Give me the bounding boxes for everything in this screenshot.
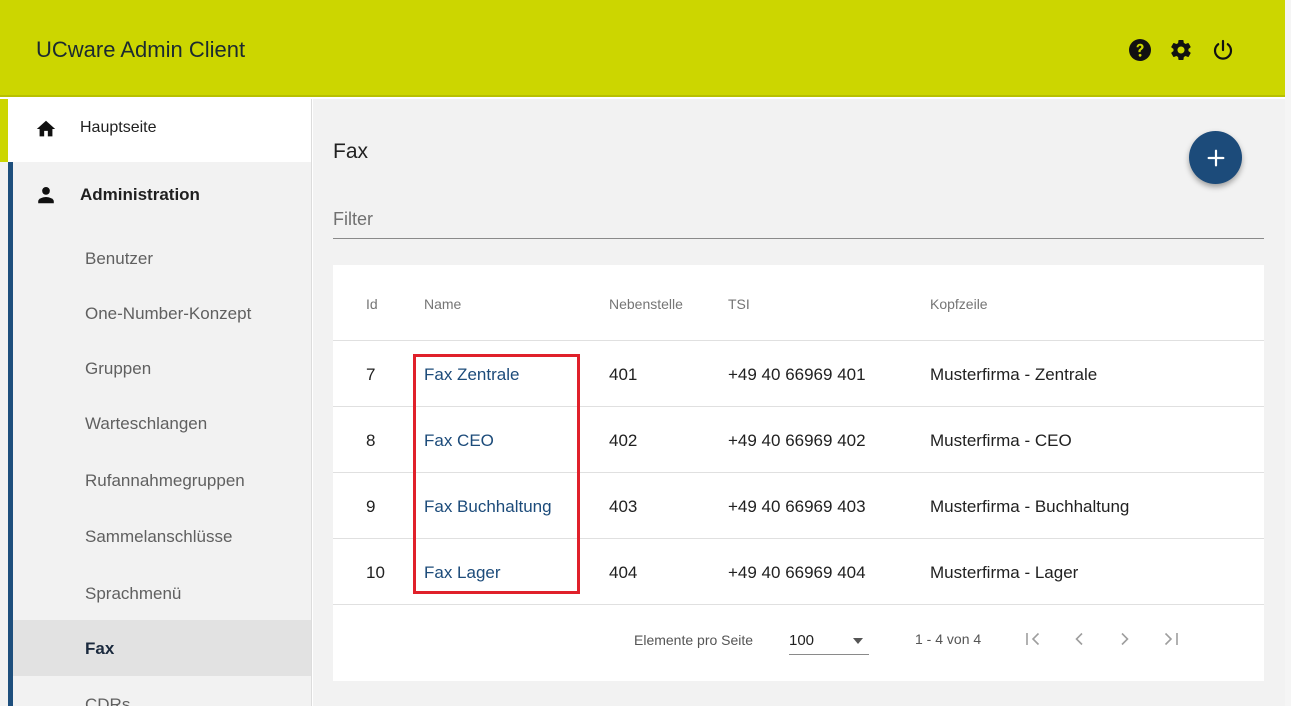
cell-name-link[interactable]: Fax CEO	[424, 431, 494, 451]
sidebar-item-home[interactable]: Hauptseite	[0, 99, 311, 162]
sidebar-item-gruppen[interactable]: Gruppen	[85, 359, 151, 379]
cell-id: 7	[366, 365, 376, 384]
column-header-name[interactable]: Name	[424, 296, 461, 312]
cell-id: 9	[366, 497, 376, 516]
items-per-page-label: Elemente pro Seite	[634, 632, 754, 648]
first-page-icon	[1026, 632, 1040, 646]
table-row[interactable]: 8 Fax CEO 402 +49 40 66969 402 Musterfir…	[333, 407, 1264, 473]
sidebar: Hauptseite Administration Benutzer One-N…	[0, 99, 312, 706]
add-fax-button[interactable]	[1189, 131, 1242, 184]
app-title: UCware Admin Client	[36, 37, 246, 62]
sidebar-item-fax[interactable]: Fax	[85, 639, 114, 659]
sidebar-item-sprachmenue[interactable]: Sprachmenü	[85, 584, 181, 604]
column-header-nebenstelle[interactable]: Nebenstelle	[609, 296, 683, 312]
cell-id: 10	[366, 563, 385, 582]
cell-tsi: +49 40 66969 403	[728, 497, 866, 516]
next-page-button[interactable]	[1113, 627, 1137, 651]
sidebar-item-warteschlangen[interactable]: Warteschlangen	[85, 414, 207, 434]
gear-icon[interactable]	[1169, 38, 1193, 62]
first-page-button[interactable]	[1021, 627, 1045, 651]
cell-kopfzeile: Musterfirma - Zentrale	[930, 365, 1098, 384]
sidebar-selected-highlight	[13, 620, 311, 676]
table-header: Id Name Nebenstelle TSI Kopfzeile	[333, 265, 1264, 341]
cell-nebenstelle: 404	[609, 563, 638, 582]
cell-nebenstelle: 401	[609, 365, 638, 384]
page-title: Fax	[333, 140, 369, 163]
window-edge	[1285, 0, 1291, 706]
sidebar-item-label: Administration	[80, 185, 200, 204]
cell-kopfzeile: Musterfirma - Buchhaltung	[930, 497, 1130, 516]
sidebar-item-label: Hauptseite	[80, 119, 157, 136]
chevron-left-icon	[1075, 632, 1083, 646]
table-row[interactable]: 10 Fax Lager 404 +49 40 66969 404 Muster…	[333, 539, 1264, 605]
page-size-select[interactable]: 100	[789, 629, 869, 655]
column-header-kopfzeile[interactable]: Kopfzeile	[930, 296, 988, 312]
column-header-id[interactable]: Id	[366, 296, 378, 312]
page-range-label: 1 - 4 von 4	[915, 631, 982, 647]
sidebar-item-administration[interactable]: Administration	[0, 162, 311, 224]
paginator: Elemente pro Seite 100 1 - 4 von 4	[333, 605, 1264, 681]
sidebar-item-one-number-konzept[interactable]: One-Number-Konzept	[85, 304, 251, 324]
column-header-tsi[interactable]: TSI	[728, 296, 750, 312]
sidebar-item-cdrs[interactable]: CDRs	[85, 695, 130, 706]
last-page-button[interactable]	[1159, 627, 1183, 651]
sidebar-item-sammelanschluesse[interactable]: Sammelanschlüsse	[85, 527, 232, 547]
cell-nebenstelle: 402	[609, 431, 638, 450]
chevron-right-icon	[1121, 632, 1129, 646]
dropdown-arrow-icon	[853, 638, 863, 644]
cell-tsi: +49 40 66969 401	[728, 365, 866, 384]
cell-tsi: +49 40 66969 404	[728, 563, 866, 582]
cell-name-link[interactable]: Fax Buchhaltung	[424, 497, 552, 517]
person-icon	[35, 184, 57, 206]
app-window: UCware Admin Client Hauptseite Administr…	[0, 0, 1291, 706]
app-header: UCware Admin Client	[0, 0, 1285, 97]
last-page-icon	[1164, 632, 1178, 646]
main-content: Fax Id Name Nebenstelle TSI Kopfzeile 7 …	[313, 99, 1285, 706]
home-icon	[35, 118, 57, 140]
page-size-value: 100	[789, 632, 815, 649]
cell-name-link[interactable]: Fax Lager	[424, 563, 501, 583]
cell-kopfzeile: Musterfirma - CEO	[930, 431, 1072, 450]
fax-table-card: Id Name Nebenstelle TSI Kopfzeile 7 Fax …	[333, 265, 1264, 681]
help-icon[interactable]	[1128, 38, 1152, 62]
cell-tsi: +49 40 66969 402	[728, 431, 866, 450]
plus-icon	[1207, 149, 1224, 166]
cell-nebenstelle: 403	[609, 497, 638, 516]
table-row[interactable]: 7 Fax Zentrale 401 +49 40 66969 401 Must…	[333, 341, 1264, 407]
table-row[interactable]: 9 Fax Buchhaltung 403 +49 40 66969 403 M…	[333, 473, 1264, 539]
previous-page-button[interactable]	[1067, 627, 1091, 651]
sidebar-item-benutzer[interactable]: Benutzer	[85, 249, 153, 269]
power-icon[interactable]	[1211, 38, 1235, 62]
filter-field[interactable]	[333, 203, 1264, 239]
cell-kopfzeile: Musterfirma - Lager	[930, 563, 1079, 582]
filter-input[interactable]	[333, 203, 1264, 235]
cell-id: 8	[366, 431, 376, 450]
sidebar-item-rufannahmegruppen[interactable]: Rufannahmegruppen	[85, 471, 245, 491]
cell-name-link[interactable]: Fax Zentrale	[424, 365, 519, 385]
